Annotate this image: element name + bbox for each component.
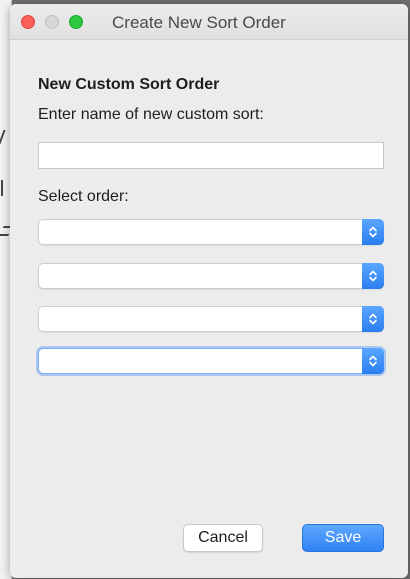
- minimize-window-button[interactable]: [45, 15, 59, 29]
- dialog-content: New Custom Sort Order Enter name of new …: [38, 40, 384, 578]
- sort-name-input[interactable]: [38, 142, 384, 169]
- order-select-4[interactable]: [38, 348, 384, 374]
- title-bar[interactable]: Create New Sort Order: [10, 4, 408, 40]
- dialog-window: Create New Sort Order New Custom Sort Or…: [10, 4, 408, 578]
- order-select-2[interactable]: [38, 263, 384, 289]
- cancel-button[interactable]: Cancel: [183, 524, 263, 552]
- select-order-label: Select order:: [38, 188, 129, 205]
- updown-chevron-icon: [362, 219, 384, 245]
- close-window-button[interactable]: [21, 15, 35, 29]
- order-select-1[interactable]: [38, 219, 384, 245]
- updown-chevron-icon: [362, 263, 384, 289]
- updown-chevron-icon: [362, 348, 384, 374]
- save-button[interactable]: Save: [302, 524, 384, 552]
- maximize-window-button[interactable]: [69, 15, 83, 29]
- window-title: Create New Sort Order: [112, 13, 286, 32]
- updown-chevron-icon: [362, 306, 384, 332]
- order-select-3[interactable]: [38, 306, 384, 332]
- form-heading: New Custom Sort Order: [38, 76, 220, 93]
- sort-name-label: Enter name of new custom sort:: [38, 106, 264, 123]
